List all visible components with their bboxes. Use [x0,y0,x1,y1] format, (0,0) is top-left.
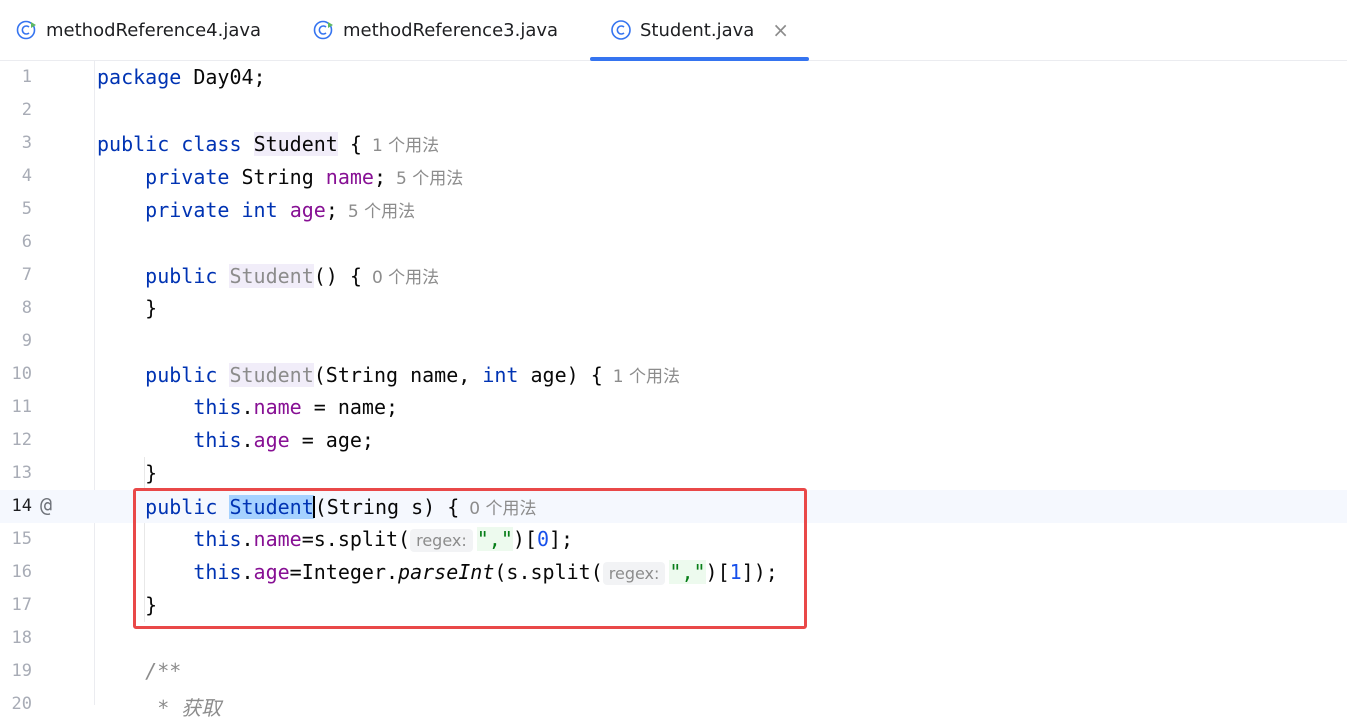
code-line: 19 /** [0,655,1347,688]
editor-tab-bar: methodReference4.java methodReference3.j… [0,0,1347,61]
line-number: 2 [21,100,32,120]
code-line: 3 public class Student {1 个用法 [0,127,1347,160]
code-line: 9 [0,325,1347,358]
code-text: private int age; 5 个用法 [145,198,416,222]
java-class-runnable-icon [16,20,36,40]
line-number: 14 [11,496,32,516]
line-number: 20 [11,694,32,714]
code-line: 12 this.age = age; [0,424,1347,457]
line-number: 15 [11,529,32,549]
line-number: 11 [11,397,32,417]
line-number: 6 [21,232,32,252]
tab-student[interactable]: Student.java × [589,0,810,61]
code-line: 8 } [0,292,1347,325]
code-line: 10 public Student(String name, int age) … [0,358,1347,391]
code-line: 4 private String name; 5 个用法 [0,160,1347,193]
highlight-annotation-box [133,488,807,629]
usage-hint[interactable]: 0 个用法 [372,268,439,288]
at-annotation-icon[interactable]: @ [40,493,52,517]
tab-label: methodReference3.java [343,19,559,41]
code-line: 1 package Day04; [0,61,1347,94]
code-text: /** [145,659,182,683]
line-number: 8 [21,298,32,318]
code-text: this.name = name; [193,395,399,419]
line-number: 13 [11,463,32,483]
tab-label: methodReference4.java [46,19,262,41]
code-text: } [145,461,158,485]
usage-hint[interactable]: 1 个用法 [613,367,680,387]
line-number: 4 [21,166,32,186]
java-class-runnable-icon [313,20,333,40]
code-text: package Day04; [97,65,266,89]
java-class-icon [611,20,631,40]
usage-hint[interactable]: 5 个用法 [348,202,415,222]
code-line: 7 public Student() {0 个用法 [0,259,1347,292]
usage-hint[interactable]: 5 个用法 [396,169,463,189]
line-number: 12 [11,430,32,450]
code-line: 2 [0,94,1347,127]
code-text: public Student() {0 个用法 [145,264,440,288]
code-text: } [145,296,158,320]
code-text: private String name; 5 个用法 [145,165,464,189]
code-line: 13 } [0,457,1347,490]
usage-hint[interactable]: 1 个用法 [372,136,439,156]
tab-methodreference3[interactable]: methodReference3.java [313,0,558,60]
line-number: 16 [11,562,32,582]
close-icon[interactable]: × [772,18,789,42]
code-text: this.age = age; [193,428,374,452]
tab-methodreference4[interactable]: methodReference4.java [16,0,261,60]
tab-label: Student.java [640,19,755,41]
code-text: * 获取 [145,696,222,720]
code-text: public class Student {1 个用法 [97,132,440,156]
line-number: 3 [21,133,32,153]
line-number: 19 [11,661,32,681]
line-number: 1 [21,67,32,87]
code-text: public Student(String name, int age) {1 … [145,363,680,387]
line-number: 9 [21,331,32,351]
code-line: 5 private int age; 5 个用法 [0,193,1347,226]
line-number: 10 [11,364,32,384]
line-number: 5 [21,199,32,219]
code-line: 11 this.name = name; [0,391,1347,424]
code-line: 6 [0,226,1347,259]
line-number: 18 [11,628,32,648]
line-number: 17 [11,595,32,615]
line-number: 7 [21,265,32,285]
